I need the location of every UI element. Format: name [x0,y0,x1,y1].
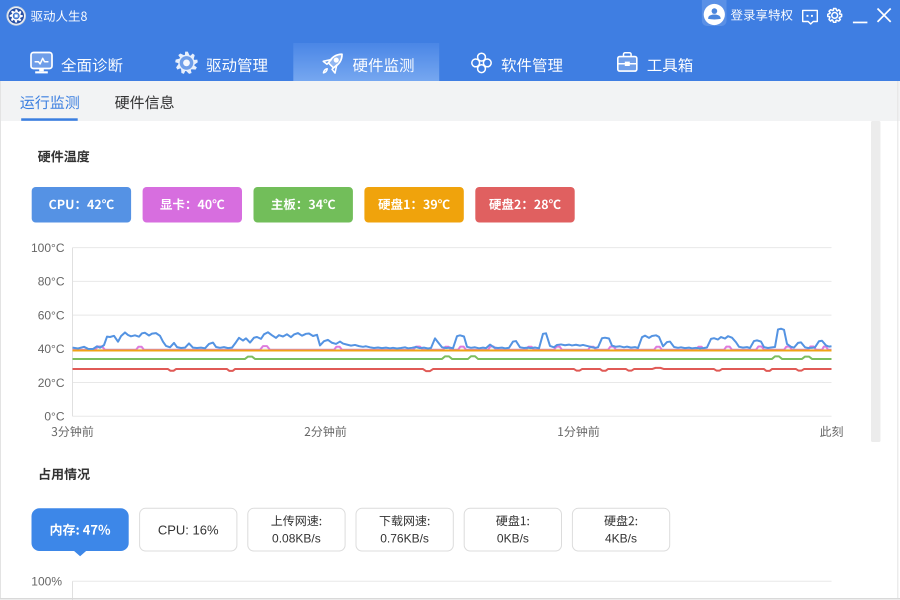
svg-text:0.76KB/s: 0.76KB/s [380,532,429,546]
svg-text:0.08KB/s: 0.08KB/s [272,532,321,546]
svg-text:0°C: 0°C [44,410,64,424]
svg-text:60°C: 60°C [38,308,65,322]
svg-text:20°C: 20°C [38,376,65,390]
svg-text:4KB/s: 4KB/s [605,532,637,546]
svg-text:100%: 100% [31,575,62,589]
svg-text:CPU: 16%: CPU: 16% [158,522,219,537]
svg-text:40°C: 40°C [38,342,65,356]
svg-text:100°C: 100°C [31,241,65,255]
svg-text:0KB/s: 0KB/s [497,532,529,546]
svg-text:80°C: 80°C [38,275,65,289]
